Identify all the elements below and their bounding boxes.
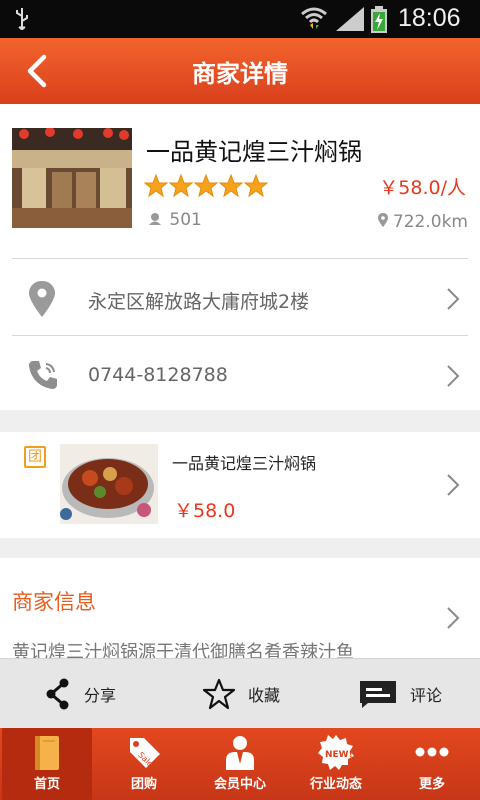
action-bar: 分享 收藏 评论 — [0, 658, 480, 728]
deal-photo — [60, 444, 158, 524]
new-badge-icon: NEW! — [318, 735, 354, 770]
merchant-name: 一品黄记煌三汁焖锅 — [146, 138, 362, 166]
star-icon — [143, 173, 269, 198]
book-icon — [35, 736, 59, 770]
wifi-icon — [301, 7, 327, 29]
header-bar: 商家详情 — [0, 38, 480, 104]
deal-price: ￥58.0 — [174, 500, 236, 522]
page-title: 商家详情 — [192, 60, 288, 88]
section-title: 商家信息 — [12, 590, 96, 614]
nav-group-buy[interactable]: Sale 团购 — [96, 728, 192, 800]
phone-icon — [29, 361, 57, 389]
nav-group-buy-label: 团购 — [130, 777, 157, 792]
view-count: 501 — [148, 210, 202, 230]
chevron-right-icon — [447, 474, 460, 496]
nav-industry-news-label: 行业动态 — [309, 777, 362, 792]
group-buy-badge: 团 — [24, 446, 46, 468]
nav-industry-news[interactable]: NEW! 行业动态 — [288, 728, 384, 800]
status-bar: 18:06 — [0, 0, 480, 38]
nav-more-label: 更多 — [418, 777, 445, 792]
chevron-right-icon — [447, 288, 460, 310]
share-button[interactable]: 分享 — [44, 677, 116, 711]
view-count-value: 501 — [169, 210, 202, 230]
share-label: 分享 — [84, 686, 117, 705]
star-outline-icon — [202, 678, 236, 710]
phone-row[interactable]: 0744-8128788 — [0, 336, 480, 410]
favorite-label: 收藏 — [248, 686, 281, 705]
svg-text:NEW!: NEW! — [325, 750, 353, 760]
chevron-right-icon — [447, 365, 460, 387]
nav-more[interactable]: 更多 — [384, 728, 480, 800]
address-text: 永定区解放路大庸府城2楼 — [88, 291, 310, 313]
merchant-card: 一品黄记煌三汁焖锅 ￥58.0/人 501 722.0km 永定区解放路大庸府城… — [0, 104, 480, 410]
nav-member-center-label: 会员中心 — [213, 777, 266, 792]
merchant-info-section[interactable]: 商家信息 黄记煌三汁焖锅源于清代御膳名肴香辣汁鱼 — [0, 558, 480, 663]
nav-home[interactable]: 首页 — [2, 728, 92, 800]
nav-home-label: 首页 — [33, 777, 60, 792]
nav-member-center[interactable]: 会员中心 — [192, 728, 288, 800]
more-dots-icon — [415, 747, 449, 757]
clock: 18:06 — [398, 4, 461, 32]
sale-tag-icon: Sale — [130, 738, 160, 769]
bottom-nav: 首页 Sale 团购 会员中心 NEW! 行业动态 更多 — [0, 728, 480, 800]
chevron-right-icon — [447, 607, 460, 629]
signal-icon — [336, 7, 364, 31]
price-per-person: ￥58.0/人 — [379, 177, 466, 199]
usb-icon — [16, 8, 28, 30]
battery-charging-icon — [371, 6, 387, 33]
member-icon — [226, 736, 254, 770]
phone-number: 0744-8128788 — [88, 364, 228, 386]
group-deal-card[interactable]: 团 一品黄记煌三汁焖锅 ￥58.0 — [0, 432, 480, 538]
distance: 722.0km — [377, 212, 468, 232]
share-icon — [46, 678, 69, 710]
map-pin-icon — [29, 281, 55, 317]
comment-label: 评论 — [410, 686, 443, 705]
distance-value: 722.0km — [392, 212, 468, 232]
location-pin-icon — [377, 213, 388, 227]
comment-button[interactable]: 评论 — [358, 677, 442, 711]
comment-icon — [360, 681, 396, 708]
eye-icon — [149, 213, 161, 225]
favorite-button[interactable]: 收藏 — [202, 677, 280, 711]
deal-name: 一品黄记煌三汁焖锅 — [172, 454, 317, 473]
rating-stars — [143, 173, 272, 204]
merchant-photo[interactable] — [12, 128, 132, 228]
address-row[interactable]: 永定区解放路大庸府城2楼 — [0, 259, 480, 335]
